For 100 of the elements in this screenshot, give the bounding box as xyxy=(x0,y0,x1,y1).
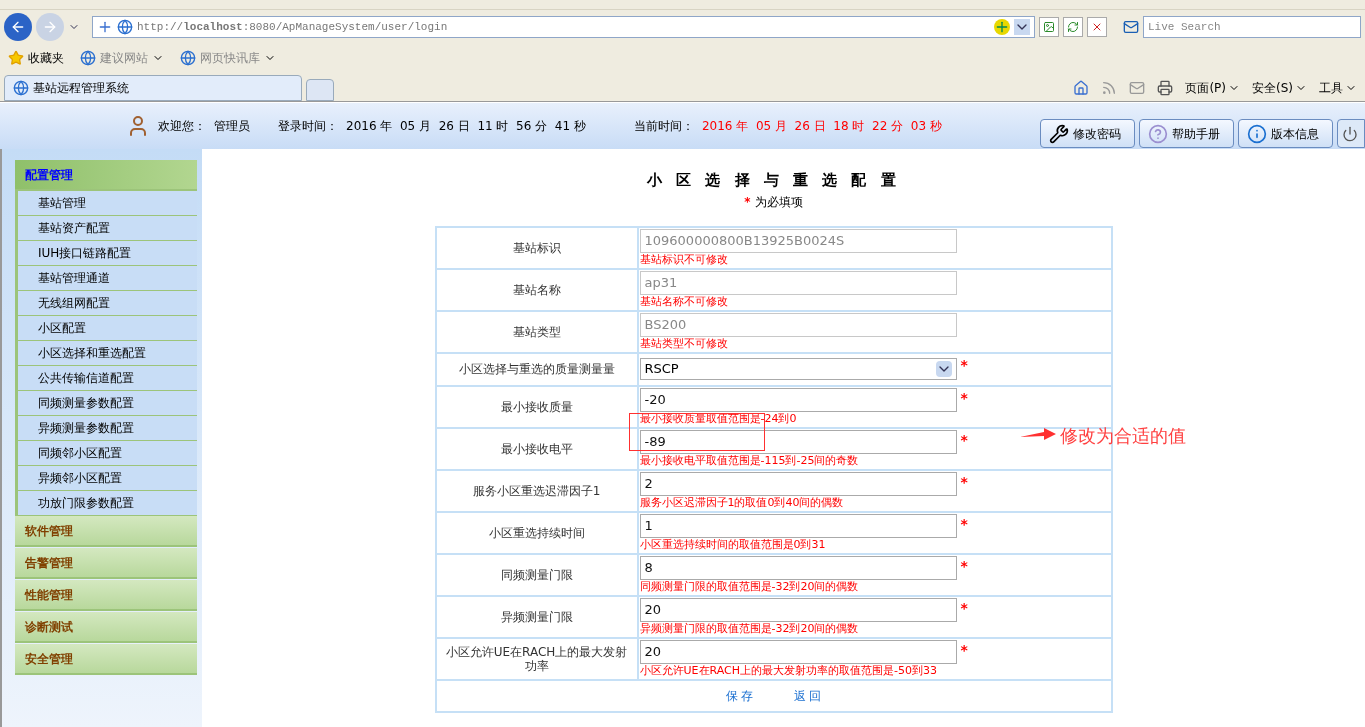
sidebar-item[interactable]: 小区配置 xyxy=(15,316,197,341)
back-button[interactable] xyxy=(4,13,32,41)
required-mark: * xyxy=(744,193,751,211)
required-mark: * xyxy=(960,514,968,534)
sidebar-item[interactable]: 小区选择和重选配置 xyxy=(15,341,197,366)
page-icon xyxy=(117,19,133,35)
sidebar-item[interactable]: 基站管理通道 xyxy=(15,266,197,291)
page-icon xyxy=(13,80,29,96)
required-mark: * xyxy=(960,640,968,660)
input-field[interactable]: 2 xyxy=(639,471,957,496)
input-field[interactable]: 8 xyxy=(639,555,957,580)
field-label: 基站类型 xyxy=(435,310,638,353)
sidebar-item[interactable]: 同频测量参数配置 xyxy=(15,391,197,416)
power-icon xyxy=(1342,125,1358,142)
hint-text: 最小接收电平取值范围是-115到-25间的奇数 xyxy=(639,453,860,468)
user-name: 管理员 xyxy=(214,118,250,135)
sidebar-item[interactable]: 异频邻小区配置 xyxy=(15,466,197,491)
field-label: 异频测量门限 xyxy=(435,595,638,638)
select-field[interactable]: RSCP xyxy=(639,357,957,380)
add-icon[interactable] xyxy=(97,19,113,35)
input-field[interactable]: BS200 xyxy=(639,312,957,337)
annotation-arrow xyxy=(1020,428,1056,442)
command-menu[interactable]: 页面(P) xyxy=(1185,79,1226,97)
hint-text: 基站类型不可修改 xyxy=(639,336,729,351)
hint-text: 基站名称不可修改 xyxy=(639,294,729,309)
browser-tab[interactable]: 基站远程管理系统 xyxy=(4,75,302,101)
input-field[interactable]: 1 xyxy=(639,513,957,538)
input-field[interactable]: ap31 xyxy=(639,270,957,295)
hint-text: 同频测量门限的取值范围是-32到20间的偶数 xyxy=(639,579,860,594)
action-link[interactable]: 返 回 xyxy=(793,686,822,705)
required-note: 为必填项 xyxy=(754,193,803,211)
search-field[interactable]: Live Search xyxy=(1143,16,1361,38)
header-button[interactable]: 帮助手册 xyxy=(1139,119,1234,148)
login-time: 2016 年 05 月 26 日 11 时 56 分 41 秒 xyxy=(346,118,586,135)
current-time: 2016 年 05 月 26 日 18 时 22 分 03 秒 xyxy=(701,118,942,135)
field-label: 最小接收质量 xyxy=(435,385,638,428)
page-image-icon xyxy=(1043,21,1055,33)
dropdown-icon[interactable] xyxy=(1014,19,1030,35)
address-field[interactable]: http://localhost:8080/ApManageSystem/user/login xyxy=(92,16,1035,38)
mail-icon[interactable] xyxy=(1129,80,1146,96)
field-label: 小区允许UE在RACH上的最大发射功率 xyxy=(435,637,638,680)
action-link[interactable]: 保 存 xyxy=(725,686,754,705)
header-button[interactable]: 版本信息 xyxy=(1238,119,1333,148)
sidebar-group[interactable]: 软件管理 xyxy=(15,516,197,547)
dropdown-icon[interactable] xyxy=(935,360,952,377)
rss-icon[interactable] xyxy=(1101,80,1118,96)
required-mark: * xyxy=(960,556,968,576)
form-title: 小 区 选 择 与 重 选 配 置 xyxy=(646,170,901,191)
input-field[interactable]: 109600000800B13925B0024S xyxy=(639,228,957,253)
input-field[interactable]: -89 xyxy=(639,429,957,454)
add-icon[interactable] xyxy=(994,19,1010,35)
field-label: 服务小区重选迟滞因子1 xyxy=(435,469,638,512)
required-mark: * xyxy=(960,430,968,450)
login-time-label: 登录时间： xyxy=(278,118,338,135)
field-label: 小区选择与重选的质量测量量 xyxy=(435,352,638,386)
hint-text: 小区允许UE在RACH上的最大发射功率的取值范围是-50到33 xyxy=(639,663,938,678)
sidebar-group[interactable]: 性能管理 xyxy=(15,580,197,611)
home-icon[interactable] xyxy=(1073,80,1090,96)
sidebar-group[interactable]: 配置管理 xyxy=(15,160,197,191)
command-menu[interactable]: 工具 xyxy=(1319,79,1343,97)
wrench-icon xyxy=(1049,123,1069,144)
sidebar-group[interactable]: 诊断测试 xyxy=(15,612,197,643)
compatibility-button[interactable] xyxy=(1039,17,1059,37)
field-label: 小区重选持续时间 xyxy=(435,511,638,554)
address-text: http://localhost:8080/ApManageSystem/user/login xyxy=(137,19,449,35)
input-field[interactable]: 20 xyxy=(639,597,957,622)
sidebar-item[interactable]: 基站资产配置 xyxy=(15,216,197,241)
sidebar-item[interactable]: 功放门限参数配置 xyxy=(15,491,197,516)
sidebar-group[interactable]: 安全管理 xyxy=(15,644,197,675)
input-field[interactable]: 20 xyxy=(639,639,957,664)
print-icon[interactable] xyxy=(1157,80,1174,96)
refresh-button[interactable] xyxy=(1063,17,1083,37)
required-mark: * xyxy=(960,355,968,375)
refresh-icon xyxy=(1067,21,1079,33)
required-mark: * xyxy=(960,472,968,492)
sidebar-item[interactable]: 无线组网配置 xyxy=(15,291,197,316)
info-icon xyxy=(1247,123,1267,144)
logout-button[interactable] xyxy=(1337,119,1365,148)
page-icon xyxy=(80,50,96,66)
stop-button[interactable] xyxy=(1087,17,1107,37)
star-icon xyxy=(8,50,24,66)
annotation-text: 修改为合适的值 xyxy=(1060,424,1186,448)
sidebar-item[interactable]: 同频邻小区配置 xyxy=(15,441,197,466)
sidebar-item[interactable]: 异频测量参数配置 xyxy=(15,416,197,441)
back-icon xyxy=(10,19,26,35)
help-icon xyxy=(1148,123,1168,144)
input-field[interactable]: -20 xyxy=(639,387,957,412)
current-time-label: 当前时间： xyxy=(633,118,694,135)
sidebar-item[interactable]: 公共传输信道配置 xyxy=(15,366,197,391)
sidebar-item[interactable]: 基站管理 xyxy=(15,191,197,216)
mail-icon xyxy=(1123,19,1139,35)
forward-icon xyxy=(42,19,58,35)
header-button[interactable]: 修改密码 xyxy=(1040,119,1135,148)
command-menu[interactable]: 安全(S) xyxy=(1252,79,1293,97)
favorites-link[interactable]: 收藏夹 xyxy=(28,49,64,67)
sidebar-item[interactable]: IUH接口链路配置 xyxy=(15,241,197,266)
sidebar-group[interactable]: 告警管理 xyxy=(15,548,197,579)
field-label: 基站标识 xyxy=(435,226,638,269)
welcome-label: 欢迎您： xyxy=(158,118,206,135)
field-label: 基站名称 xyxy=(435,268,638,311)
